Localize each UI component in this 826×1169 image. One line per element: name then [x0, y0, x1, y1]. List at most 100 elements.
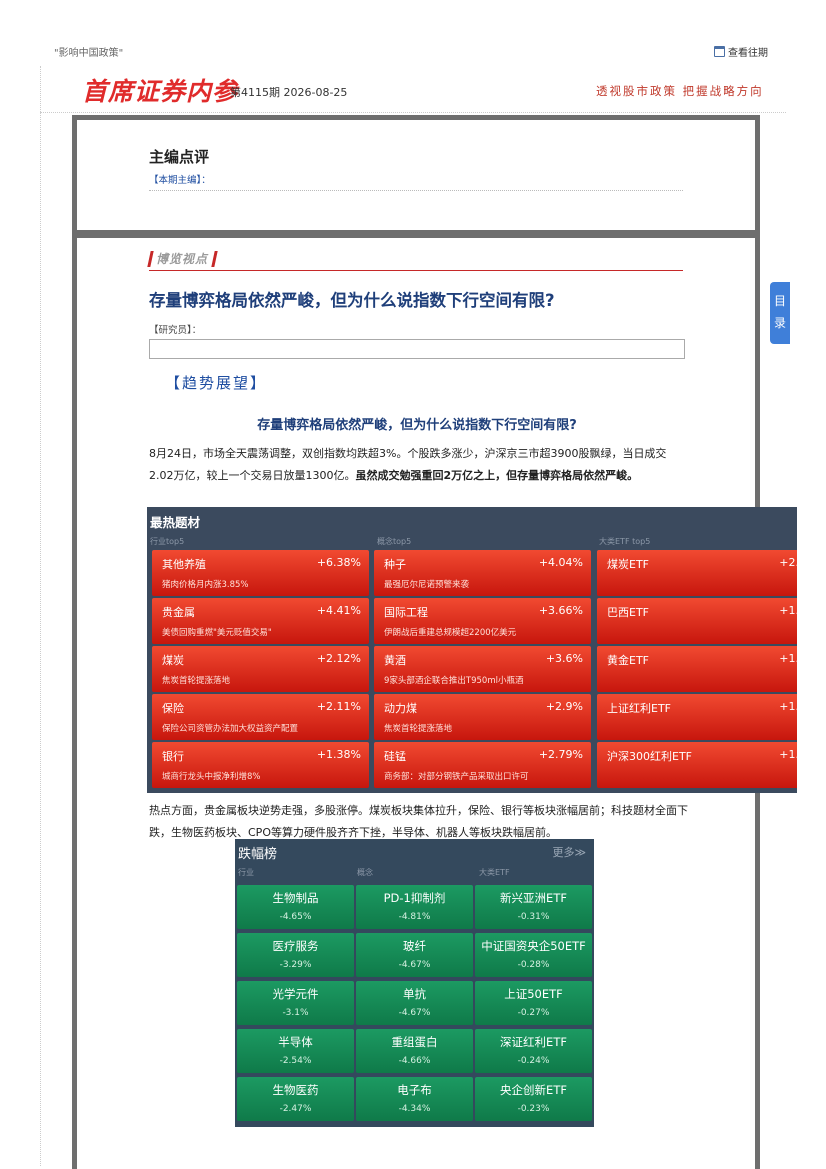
drop-tile-industry[interactable]: 光学元件 -3.1%: [237, 981, 354, 1025]
drop-tile-name: 深证红利ETF: [500, 1035, 567, 1049]
drop-col-etf: 大类ETF: [479, 868, 510, 877]
hot-tile-name: 煤炭: [162, 654, 184, 667]
paragraph-2: 热点方面，贵金属板块逆势走强，多股涨停。煤炭板块集体拉升，保险、银行等板块涨幅居…: [149, 804, 688, 839]
drop-tile-concept[interactable]: PD-1抑制剂 -4.81%: [356, 885, 473, 929]
drop-tile-etf[interactable]: 央企创新ETF -0.23%: [475, 1077, 592, 1121]
toc-label-1: 目: [773, 294, 786, 308]
drop-tile-etf[interactable]: 上证50ETF -0.27%: [475, 981, 592, 1025]
drop-tile-pct: -2.54%: [279, 1056, 312, 1066]
hot-tile-etf[interactable]: 黄金ETF +1.5: [597, 646, 797, 692]
hot-tile-concept[interactable]: 动力煤 +2.9% 焦炭首轮提涨落地: [374, 694, 591, 740]
drop-tile-name: 单抗: [403, 987, 426, 1001]
hot-tile-pct: +2.79%: [538, 748, 583, 761]
hot-tile-pct: +2.12%: [316, 652, 361, 665]
drop-tile-name: 电子布: [397, 1083, 432, 1097]
drop-tile-pct: -4.34%: [398, 1104, 431, 1114]
decliners-more-link[interactable]: 更多≫: [552, 844, 586, 860]
hot-tile-industry[interactable]: 煤炭 +2.12% 焦炭首轮提涨落地: [152, 646, 369, 692]
section-tag-label: 博览视点: [156, 252, 209, 266]
hot-tile-pct: +4.04%: [538, 556, 583, 569]
hot-tile-etf[interactable]: 巴西ETF +1.8: [597, 598, 797, 644]
section-divider: [149, 270, 683, 271]
drop-tile-industry[interactable]: 半导体 -2.54%: [237, 1029, 354, 1073]
article-title: 存量博弈格局依然严峻，但为什么说指数下行空间有限?: [149, 291, 555, 310]
hot-tile-name: 黄酒: [384, 654, 406, 667]
hot-tile-concept[interactable]: 国际工程 +3.66% 伊朗战后重建总规模超2200亿美元: [374, 598, 591, 644]
drop-tile-pct: -0.28%: [517, 960, 550, 970]
drop-tile-pct: -3.29%: [279, 960, 312, 970]
hot-tile-name: 动力煤: [384, 702, 417, 715]
hot-tile-pct: +4.41%: [316, 604, 361, 617]
section-bar-right: [211, 250, 218, 267]
hot-tile-desc: 伊朗战后重建总规模超2200亿美元: [384, 628, 517, 638]
hot-tile-etf[interactable]: 上证红利ETF +1.4: [597, 694, 797, 740]
hot-tile-desc: 城商行龙头中报净利增8%: [162, 772, 261, 782]
drop-tile-pct: -4.67%: [398, 1008, 431, 1018]
calendar-icon: [714, 46, 725, 57]
hot-tile-pct: +1.4: [779, 700, 797, 713]
hot-tile-pct: +1.8: [779, 604, 797, 617]
hot-tile-name: 保险: [162, 702, 184, 715]
drop-tile-etf[interactable]: 中证国资央企50ETF -0.28%: [475, 933, 592, 977]
drop-tile-name: 央企创新ETF: [500, 1083, 567, 1097]
drop-tile-industry[interactable]: 生物医药 -2.47%: [237, 1077, 354, 1121]
drop-tile-industry[interactable]: 生物制品 -4.65%: [237, 885, 354, 929]
hot-tile-pct: +1.3: [779, 748, 797, 761]
drop-col-industry: 行业: [238, 868, 254, 877]
hot-tile-etf[interactable]: 煤炭ETF +2.4: [597, 550, 797, 596]
hot-tile-industry[interactable]: 其他养殖 +6.38% 猪肉价格月内涨3.85%: [152, 550, 369, 596]
hot-tile-name: 上证红利ETF: [607, 702, 671, 715]
hot-tile-concept[interactable]: 种子 +4.04% 最强厄尔尼诺预警来袭: [374, 550, 591, 596]
drop-col-concept: 概念: [357, 868, 373, 877]
archive-link[interactable]: 查看往期: [714, 44, 768, 59]
hot-tile-name: 巴西ETF: [607, 606, 649, 619]
hot-tile-industry[interactable]: 保险 +2.11% 保险公司资管办法加大权益资产配置: [152, 694, 369, 740]
editor-comment-box: 主编点评 【本期主编】：: [72, 115, 760, 235]
drop-tile-concept[interactable]: 玻纤 -4.67%: [356, 933, 473, 977]
slogan: 透视股市政策 把握战略方向: [596, 84, 764, 98]
drop-tile-pct: -4.81%: [398, 912, 431, 922]
hot-tile-pct: +6.38%: [316, 556, 361, 569]
drop-tile-etf[interactable]: 深证红利ETF -0.24%: [475, 1029, 592, 1073]
hot-tile-etf[interactable]: 沪深300红利ETF +1.3: [597, 742, 797, 788]
hot-tile-name: 种子: [384, 558, 406, 571]
section-tag: 博览视点: [147, 250, 218, 267]
hot-tile-industry[interactable]: 银行 +1.38% 城商行龙头中报净利增8%: [152, 742, 369, 788]
hot-tile-desc: 焦炭首轮提涨落地: [384, 724, 453, 734]
drop-tile-name: 新兴亚洲ETF: [500, 891, 567, 905]
hot-tile-pct: +2.9%: [545, 700, 583, 713]
drop-tile-pct: -2.47%: [279, 1104, 312, 1114]
hot-tile-name: 硅锰: [384, 750, 406, 763]
header-divider: [40, 112, 786, 113]
drop-tile-etf[interactable]: 新兴亚洲ETF -0.31%: [475, 885, 592, 929]
hot-tile-pct: +3.6%: [545, 652, 583, 665]
paragraph-1-bold: 虽然成交勉强重回2万亿之上，但存量博弈格局依然严峻。: [355, 469, 639, 482]
hot-tile-pct: +1.5: [779, 652, 797, 665]
editor-comment-title: 主编点评: [149, 148, 210, 166]
drop-tile-name: 玻纤: [403, 939, 426, 953]
hot-topics-title: 最热题材: [150, 515, 201, 530]
hot-tile-desc: 美债回购重燃"美元贬值交易": [162, 628, 272, 638]
drop-tile-name: 医疗服务: [272, 939, 319, 953]
drop-tile-concept[interactable]: 单抗 -4.67%: [356, 981, 473, 1025]
drop-tile-industry[interactable]: 医疗服务 -3.29%: [237, 933, 354, 977]
drop-tile-concept[interactable]: 重组蛋白 -4.66%: [356, 1029, 473, 1073]
drop-tile-pct: -3.1%: [282, 1008, 309, 1018]
table-of-contents-button[interactable]: 目 录: [770, 282, 790, 344]
hot-tile-pct: +1.38%: [316, 748, 361, 761]
hot-tile-desc: 商务部：对部分钢铁产品采取出口许可: [384, 772, 529, 782]
drop-tile-concept[interactable]: 电子布 -4.34%: [356, 1077, 473, 1121]
issue-info: 第4115期 2026-08-25: [230, 86, 348, 99]
drop-tile-pct: -0.31%: [517, 912, 550, 922]
editor-label: 【本期主编】：: [149, 175, 211, 186]
hot-col-concept: 概念top5: [377, 537, 412, 546]
hot-tile-industry[interactable]: 贵金属 +4.41% 美债回购重燃"美元贬值交易": [152, 598, 369, 644]
hot-tile-concept[interactable]: 硅锰 +2.79% 商务部：对部分钢铁产品采取出口许可: [374, 742, 591, 788]
drop-tile-pct: -4.65%: [279, 912, 312, 922]
hot-tile-pct: +2.4: [779, 556, 797, 569]
hot-tile-pct: +3.66%: [538, 604, 583, 617]
drop-tile-name: 生物制品: [272, 891, 319, 905]
drop-tile-name: 重组蛋白: [391, 1035, 438, 1049]
hot-tile-concept[interactable]: 黄酒 +3.6% 9家头部酒企联合推出T950ml小瓶酒: [374, 646, 591, 692]
hot-tile-name: 沪深300红利ETF: [607, 750, 692, 763]
